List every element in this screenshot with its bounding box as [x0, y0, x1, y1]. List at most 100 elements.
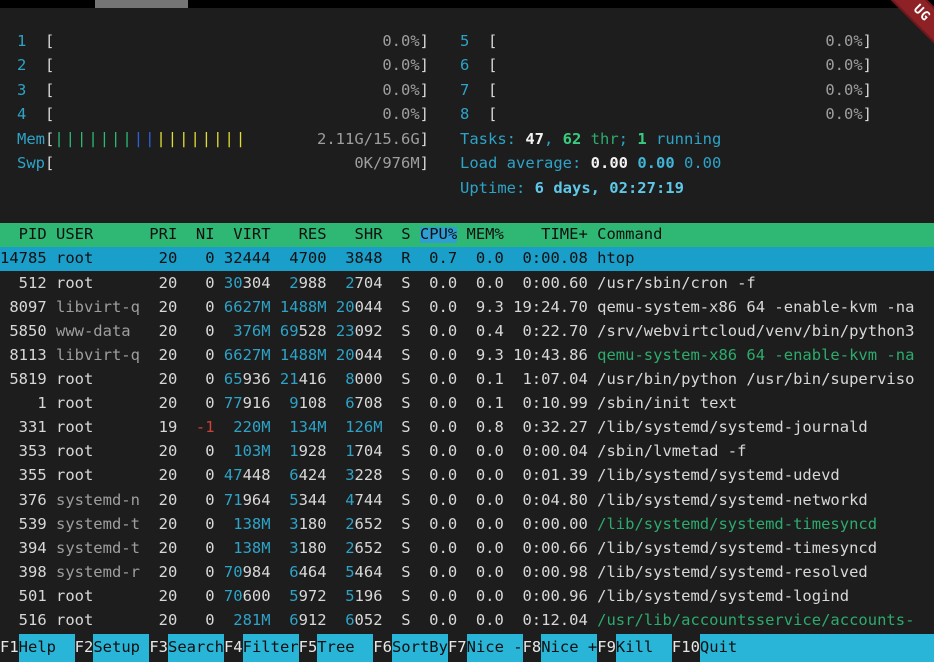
- process-row[interactable]: 501root2007060059725196S0.00.00:00.96/li…: [0, 585, 934, 609]
- fkey-label-kill[interactable]: Kill: [616, 634, 672, 662]
- col-header-pid[interactable]: PID: [0, 227, 47, 243]
- process-row[interactable]: 355root2004744864243228S0.00.00:01.39/li…: [0, 464, 934, 488]
- mem-bar-used: |: [88, 130, 99, 148]
- mem-bar-cache: |: [236, 130, 247, 148]
- col-header-cpu[interactable]: CPU%: [420, 227, 457, 243]
- cpu-meter-3-value: 0.0%: [382, 83, 419, 99]
- cpu-meter-6: 6[0.0%]: [460, 54, 872, 79]
- res-cell: 6424: [280, 468, 327, 484]
- cpu-meter-4-value: 0.0%: [382, 107, 419, 123]
- fkey-label-nice-[interactable]: Nice -: [467, 634, 523, 662]
- fkey-f1[interactable]: F1: [0, 634, 19, 662]
- col-header-time[interactable]: TIME+: [504, 227, 597, 243]
- fkey-label-sortby[interactable]: SortBy: [392, 634, 448, 662]
- priority-cell: 20: [149, 396, 177, 412]
- fkey-label-tree[interactable]: Tree: [317, 634, 373, 662]
- res-cell: 3180: [280, 517, 327, 533]
- cpu-meter-8-value: 0.0%: [825, 107, 862, 123]
- meter-close-bracket: ]: [420, 34, 429, 50]
- mem-bar-used: |: [100, 130, 111, 148]
- fkey-label-help[interactable]: Help: [19, 634, 75, 662]
- mem-bar-cache: |: [179, 130, 190, 148]
- cpu-percent-cell: 0.0: [420, 324, 457, 340]
- res-magnitude: 6: [289, 466, 298, 484]
- col-header-ni[interactable]: NI: [187, 227, 215, 243]
- priority-cell: 20: [149, 324, 177, 340]
- process-row[interactable]: 539systemd-t200138M31802652S0.00.00:00.0…: [0, 512, 934, 536]
- cpu-meter-6-value: 0.0%: [825, 58, 862, 74]
- fkey-f2[interactable]: F2: [75, 634, 94, 662]
- res-magnitude: 134M: [289, 418, 326, 436]
- process-row[interactable]: 331root19-1220M134M126MS0.00.80:32.27/li…: [0, 416, 934, 440]
- fkey-f5[interactable]: F5: [299, 634, 318, 662]
- col-header-res[interactable]: RES: [280, 227, 327, 243]
- uptime-line-segment: 6 days, 02:27:19: [535, 181, 684, 197]
- process-row[interactable]: 5850www-data200376M6952823092S0.00.40:22…: [0, 319, 934, 343]
- fkey-label-filter[interactable]: Filter: [243, 634, 299, 662]
- window-tab[interactable]: [95, 0, 188, 8]
- res-magnitude: 69: [280, 322, 299, 340]
- shr-cell: 8000: [336, 372, 383, 388]
- fkey-label-quit[interactable]: Quit: [700, 634, 934, 662]
- state-cell: S: [392, 565, 411, 581]
- meter-close-bracket: ]: [420, 58, 429, 74]
- fkey-f9[interactable]: F9: [597, 634, 616, 662]
- cpu-meter-7: 7[0.0%]: [460, 78, 872, 103]
- fkey-f4[interactable]: F4: [224, 634, 243, 662]
- load-average-line-segment: 0.00: [675, 156, 722, 172]
- meter-close-bracket: ]: [420, 132, 429, 148]
- fkey-f6[interactable]: F6: [373, 634, 392, 662]
- process-row[interactable]: 512root2003030429882704S0.00.00:00.60/us…: [0, 271, 934, 295]
- fkey-f3[interactable]: F3: [149, 634, 168, 662]
- fkey-f8[interactable]: F8: [523, 634, 542, 662]
- tasks-line-segment: 62: [563, 132, 582, 148]
- shr-remainder: 652: [355, 539, 383, 557]
- virt-cell: 138M: [224, 517, 271, 533]
- fkey-f7[interactable]: F7: [448, 634, 467, 662]
- process-row[interactable]: 353root200103M19281704S0.00.00:00.04/sbi…: [0, 440, 934, 464]
- col-header-mem[interactable]: MEM%: [467, 227, 504, 243]
- cpu-meter-1-value: 0.0%: [382, 34, 419, 50]
- swap-meter-fill: 0K/976M: [54, 156, 419, 172]
- virt-magnitude: 70: [224, 563, 243, 581]
- virt-magnitude: 6627M: [224, 298, 271, 316]
- process-row[interactable]: 14785root2003244447003848R0.70.00:00.08h…: [0, 247, 934, 271]
- process-row[interactable]: 5819root20065936214168000S0.00.11:07.04/…: [0, 368, 934, 392]
- col-header-cmd[interactable]: Command: [597, 227, 934, 243]
- fkey-label-nice-[interactable]: Nice +: [541, 634, 597, 662]
- mem-percent-cell: 0.0: [467, 468, 504, 484]
- col-header-s[interactable]: S: [392, 227, 411, 243]
- cpu-meter-7-fill: 0.0%: [497, 83, 862, 99]
- res-cell: 1488M: [280, 348, 327, 364]
- nice-cell: 0: [187, 613, 215, 629]
- process-row[interactable]: 398systemd-r2007098464645464S0.00.00:00.…: [0, 561, 934, 585]
- process-row[interactable]: 8113libvirt-q2006627M1488M20044S0.09.310…: [0, 344, 934, 368]
- cpu-percent-cell: 0.0: [420, 300, 457, 316]
- process-row[interactable]: 1root2007791691086708S0.00.10:10.99/sbin…: [0, 392, 934, 416]
- shr-magnitude: 6: [345, 611, 354, 629]
- shr-cell: 2652: [336, 517, 383, 533]
- window-top-strip: [0, 0, 934, 8]
- cpu-percent-cell: 0.0: [420, 613, 457, 629]
- fkey-label-setup[interactable]: Setup: [93, 634, 149, 662]
- memory-meter-label: Mem: [17, 132, 45, 148]
- process-row[interactable]: 394systemd-t200138M31802652S0.00.00:00.6…: [0, 537, 934, 561]
- shr-magnitude: 5: [345, 587, 354, 605]
- col-header-shr[interactable]: SHR: [336, 227, 383, 243]
- priority-cell: 20: [149, 372, 177, 388]
- command-cell: htop: [597, 251, 934, 267]
- nice-cell: 0: [187, 324, 215, 340]
- process-row[interactable]: 376systemd-n2007196453444744S0.00.00:04.…: [0, 488, 934, 512]
- col-header-virt[interactable]: VIRT: [224, 227, 271, 243]
- process-row[interactable]: 516root200281M69126052S0.00.00:12.04/usr…: [0, 609, 934, 633]
- col-header-user[interactable]: USER: [56, 227, 140, 243]
- fkey-label-search[interactable]: Search: [168, 634, 224, 662]
- res-remainder: 988: [299, 274, 327, 292]
- res-magnitude: 1: [289, 442, 298, 460]
- pid-cell: 394: [0, 541, 47, 557]
- process-row[interactable]: 8097libvirt-q2006627M1488M20044S0.09.319…: [0, 295, 934, 319]
- state-cell: S: [392, 589, 411, 605]
- table-header-row: PID USER PRI NI VIRT RES SHR S CPU% MEM%TIME+Comm…: [0, 223, 934, 247]
- fkey-f10[interactable]: F10: [672, 634, 700, 662]
- col-header-pri[interactable]: PRI: [149, 227, 177, 243]
